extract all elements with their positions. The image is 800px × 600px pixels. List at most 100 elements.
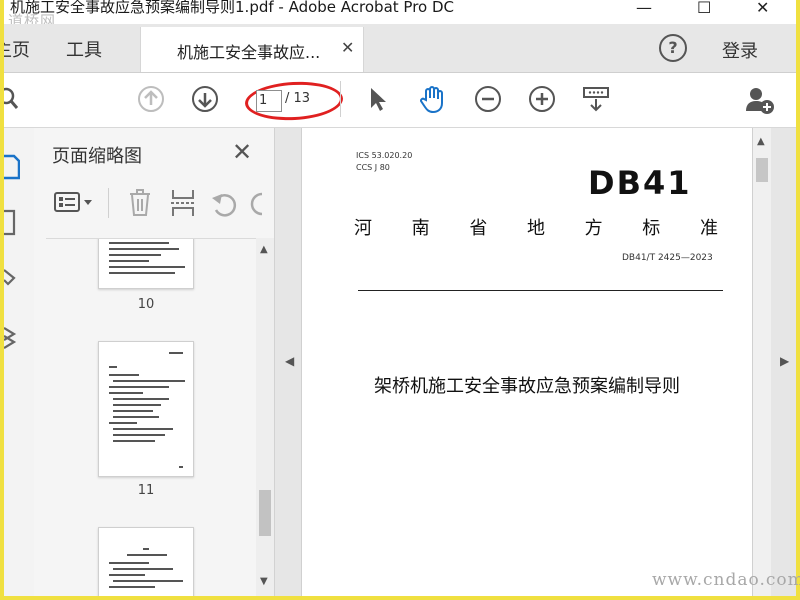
tab-home[interactable]: 主页 xyxy=(4,36,30,62)
rotate-right-icon[interactable] xyxy=(250,190,266,222)
page-thumbnail[interactable] xyxy=(98,527,194,596)
window-title: 机施工安全事故应急预案编制导则1.pdf - Adobe Acrobat Pro… xyxy=(10,0,455,16)
maximize-button[interactable]: ☐ xyxy=(697,0,711,17)
title-bar: 机施工安全事故应急预案编制导则1.pdf - Adobe Acrobat Pro… xyxy=(4,0,796,30)
page-thumbnails-icon[interactable] xyxy=(4,152,21,180)
select-cursor-icon[interactable] xyxy=(368,86,388,116)
tab-bar: 主页 工具 机施工安全事故应... ✕ ? 登录 xyxy=(4,24,796,73)
document-scrollbar[interactable]: ▲ xyxy=(753,128,771,596)
zoom-in-icon[interactable] xyxy=(529,86,555,112)
standard-type-char: 准 xyxy=(699,218,718,239)
standard-type-char: 标 xyxy=(642,218,661,239)
thumb-text-line xyxy=(109,422,137,424)
collapse-left-panel-icon[interactable]: ◀ xyxy=(285,354,294,368)
page-thumbnail[interactable] xyxy=(98,239,194,289)
thumbnails-scrollbar-thumb[interactable] xyxy=(259,490,271,536)
thumb-text-line xyxy=(113,428,173,430)
standard-type: 河 南 省 地 方 标 准 xyxy=(354,214,718,240)
left-navigation-rail xyxy=(4,128,35,596)
thumb-text-line xyxy=(113,398,169,400)
trash-icon[interactable] xyxy=(128,189,152,221)
search-icon[interactable] xyxy=(4,86,22,116)
thumb-text-line xyxy=(127,554,167,556)
thumb-text-line xyxy=(109,366,117,368)
standard-type-char: 河 xyxy=(354,218,372,239)
read-mode-icon[interactable] xyxy=(582,85,612,117)
standard-code: DB41 xyxy=(588,164,692,202)
thumb-text-line xyxy=(109,242,169,244)
pdf-page: ICS 53.020.20 CCS J 80 DB41 河 南 省 地 方 标 … xyxy=(301,128,753,596)
panel-close-button[interactable]: ✕ xyxy=(232,138,252,166)
ics-line: ICS 53.020.20 xyxy=(356,151,413,160)
toolbar: 1 / 13 xyxy=(4,73,796,128)
acrobat-window: 机施工安全事故应急预案编制导则1.pdf - Adobe Acrobat Pro… xyxy=(4,0,796,596)
thumb-text-line xyxy=(113,416,159,418)
panel-toolbar xyxy=(46,186,266,222)
scroll-up-icon[interactable]: ▲ xyxy=(260,244,268,255)
bookmarks-icon[interactable] xyxy=(4,208,20,236)
watermark-bottom: www.cndao.com xyxy=(652,570,800,590)
page-up-icon[interactable] xyxy=(138,86,164,112)
thumb-text-line xyxy=(109,260,149,262)
ics-code: ICS 53.020.20 CCS J 80 xyxy=(356,150,412,174)
thumbnails-list: 10 11 xyxy=(46,238,256,596)
page-down-icon[interactable] xyxy=(192,86,218,112)
scroll-up-icon[interactable]: ▲ xyxy=(757,136,765,147)
thumb-text-line xyxy=(169,352,183,354)
document-title: 架桥机施工安全事故应急预案编制导则 xyxy=(374,376,680,397)
ccs-line: CCS J 80 xyxy=(356,163,390,172)
thumb-text-line xyxy=(109,374,139,376)
page-thumbnail[interactable] xyxy=(98,341,194,477)
attachments-icon[interactable] xyxy=(4,262,20,286)
thumb-text-line xyxy=(109,248,179,250)
standard-type-char: 南 xyxy=(411,218,430,239)
layers-icon[interactable] xyxy=(4,324,20,349)
hand-tool-icon[interactable] xyxy=(418,84,448,118)
thumb-text-line xyxy=(109,386,169,388)
page-number-input[interactable]: 1 xyxy=(256,90,282,112)
share-user-icon[interactable] xyxy=(744,85,778,119)
thumbnails-scrollbar[interactable]: ▲ ▼ xyxy=(256,238,274,596)
thumbnail-options-icon[interactable] xyxy=(54,192,98,218)
thumb-text-line xyxy=(113,410,153,412)
document-scrollbar-thumb[interactable] xyxy=(756,158,768,182)
thumb-text-line xyxy=(109,562,149,564)
tab-tools[interactable]: 工具 xyxy=(66,36,102,62)
standard-type-char: 省 xyxy=(469,218,488,239)
panel-toolbar-divider xyxy=(108,188,109,218)
minimize-button[interactable]: — xyxy=(636,0,652,17)
tab-document[interactable]: 机施工安全事故应... ✕ xyxy=(140,27,364,72)
panel-title: 页面缩略图 xyxy=(52,146,142,167)
thumb-text-line xyxy=(113,580,183,582)
standard-number: DB41/T 2425—2023 xyxy=(622,253,713,263)
rotate-left-icon[interactable] xyxy=(210,190,240,222)
tab-document-label: 机施工安全事故应... xyxy=(177,43,321,62)
thumb-text-line xyxy=(113,404,161,406)
thumb-text-line xyxy=(109,574,145,576)
toolbar-divider xyxy=(340,81,341,117)
document-area: ◀ ICS 53.020.20 CCS J 80 DB41 河 南 省 地 方 … xyxy=(275,128,796,596)
thumbnails-panel: 页面缩略图 ✕ 10 11 ▲ ▼ xyxy=(34,128,275,596)
insert-page-icon[interactable] xyxy=(170,188,196,222)
login-button[interactable]: 登录 xyxy=(722,37,758,63)
thumb-text-line xyxy=(113,568,173,570)
close-window-button[interactable]: ✕ xyxy=(756,0,769,17)
scroll-down-icon[interactable]: ▼ xyxy=(260,576,268,587)
collapse-right-panel-icon[interactable]: ▶ xyxy=(780,354,789,368)
thumbnail-label: 10 xyxy=(137,297,155,312)
thumb-text-line xyxy=(109,586,155,588)
thumb-text-line xyxy=(113,440,155,442)
thumb-text-line xyxy=(109,254,161,256)
thumbnail-label: 11 xyxy=(137,483,155,498)
thumb-text-line xyxy=(109,272,175,274)
thumb-text-line xyxy=(109,266,185,268)
standard-type-char: 方 xyxy=(584,218,603,239)
help-icon[interactable]: ? xyxy=(659,34,687,62)
thumb-text-line xyxy=(113,434,165,436)
zoom-out-icon[interactable] xyxy=(475,86,501,112)
standard-type-char: 地 xyxy=(526,218,545,239)
thumb-text-line xyxy=(143,548,149,550)
tab-close-button[interactable]: ✕ xyxy=(341,38,354,57)
thumb-text-line xyxy=(113,380,185,382)
horizontal-rule xyxy=(358,290,723,291)
